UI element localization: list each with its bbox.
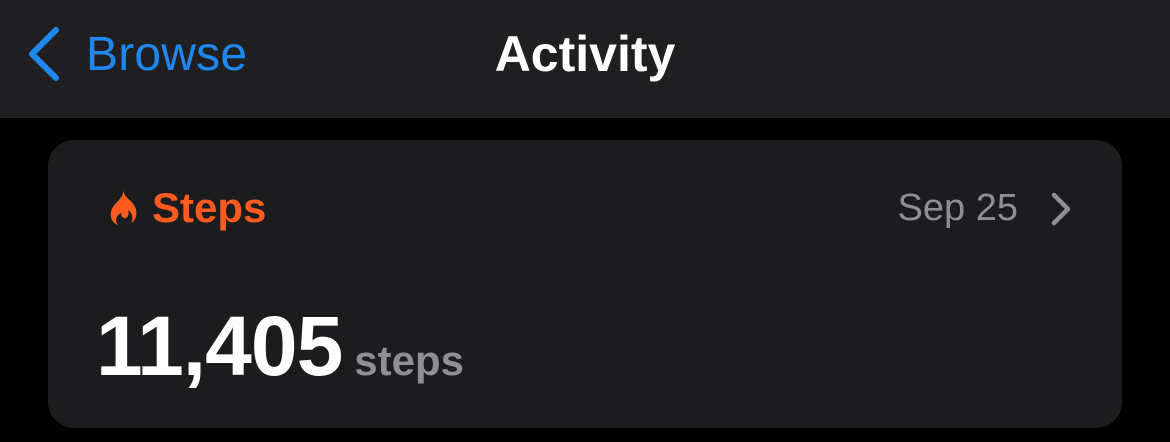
card-title: Steps — [152, 184, 267, 231]
value-row: 11,405 steps — [96, 298, 464, 395]
chevron-right-icon — [1051, 192, 1071, 226]
card-header: Steps — [108, 184, 267, 231]
steps-card[interactable]: Steps Sep 25 11,405 steps — [48, 140, 1122, 428]
navigation-bar: Browse Activity — [0, 0, 1170, 118]
card-date: Sep 25 — [897, 187, 1018, 229]
page-title: Activity — [494, 26, 676, 82]
step-count-unit: steps — [354, 337, 465, 384]
step-count-value: 11,405 — [96, 299, 343, 393]
flame-icon — [110, 190, 137, 225]
